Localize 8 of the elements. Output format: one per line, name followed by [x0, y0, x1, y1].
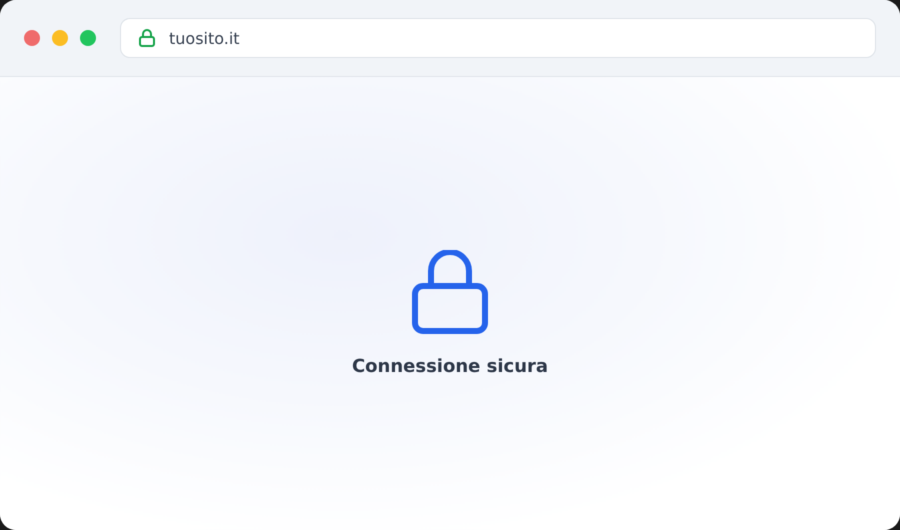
window-control-button[interactable]	[52, 30, 68, 46]
address-bar[interactable]: tuosito.it	[120, 18, 876, 58]
lock-icon	[137, 28, 157, 48]
window-control-button[interactable]	[80, 30, 96, 46]
url-text: tuosito.it	[169, 28, 240, 48]
window-control-button[interactable]	[24, 30, 40, 46]
status-message: Connessione sicura	[352, 356, 548, 377]
lock-icon	[412, 250, 488, 334]
